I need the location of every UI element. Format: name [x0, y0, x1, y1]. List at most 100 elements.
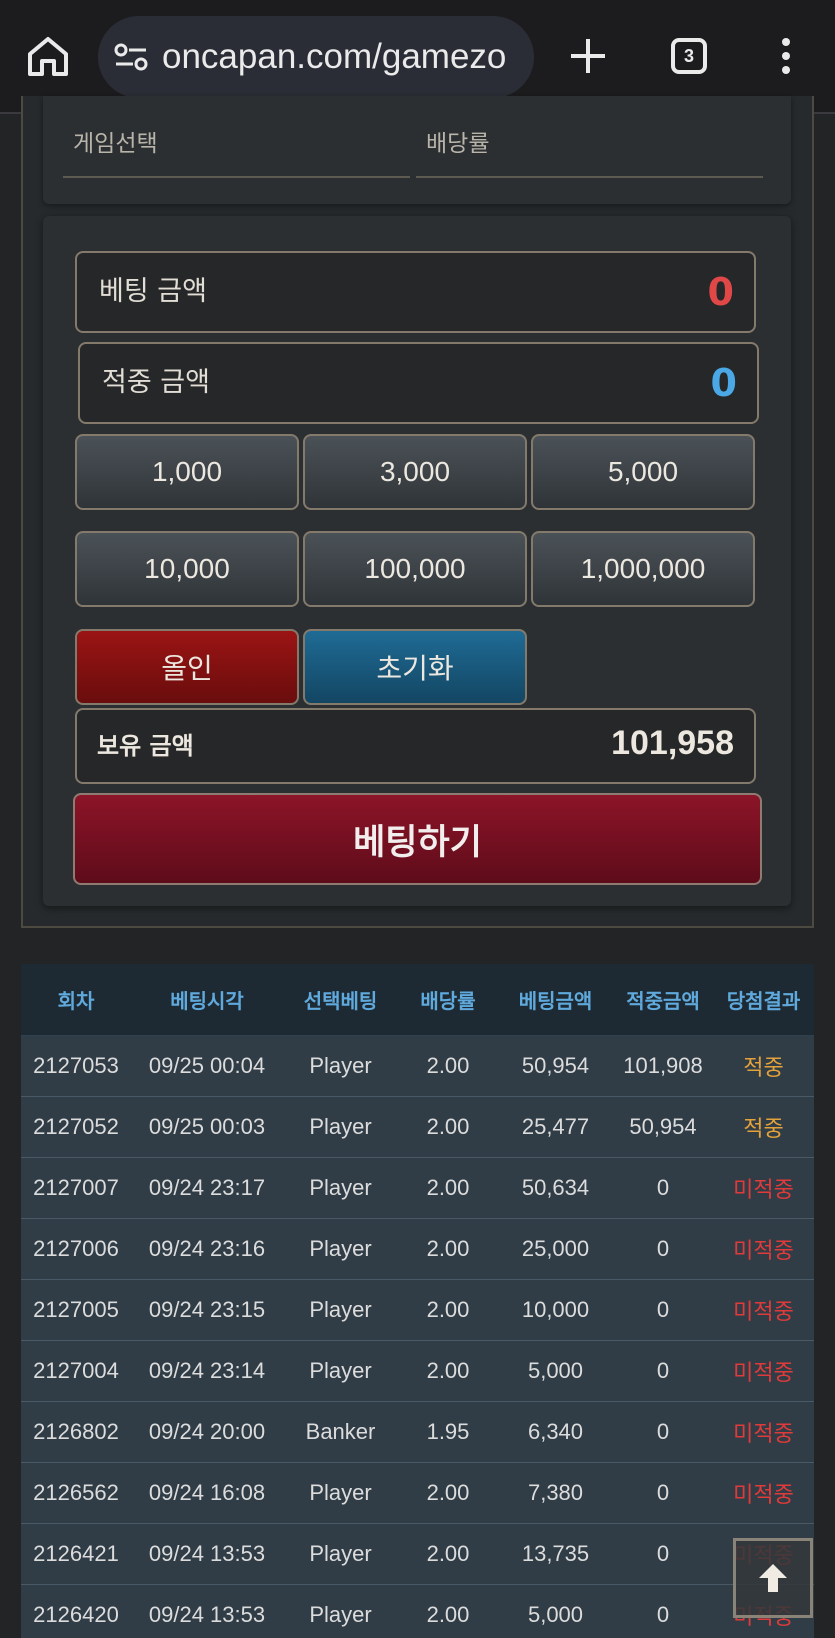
- bet-amount-box: 베팅 금액 0: [75, 251, 756, 333]
- cell-round: 2126562: [33, 1480, 119, 1505]
- cell-round: 2126802: [33, 1419, 119, 1444]
- place-bet-button[interactable]: 베팅하기: [73, 793, 762, 885]
- cell-win-amount: 50,954: [629, 1114, 697, 1139]
- cell-result: 미적중: [733, 1299, 794, 1324]
- win-amount-label: 적중 금액: [102, 367, 210, 398]
- cell-round: 2127004: [33, 1358, 119, 1383]
- cell-choice: Player: [309, 1053, 372, 1078]
- cell-choice: Player: [309, 1602, 372, 1627]
- cell-bet-amount: 7,380: [527, 1480, 584, 1505]
- cell-round: 2127052: [33, 1114, 119, 1139]
- chip-1000-button[interactable]: 1,000: [75, 434, 299, 510]
- cell-bet-amount: 6,340: [527, 1419, 584, 1444]
- cell-bet-amount: 50,954: [521, 1053, 590, 1078]
- cell-choice: Player: [309, 1541, 372, 1566]
- header-win-amount: 적중금액: [626, 989, 700, 1013]
- header-choice: 선택베팅: [303, 989, 378, 1013]
- table-row: 2127004 09/24 23:14 Player 2.00 5,000 0 미적중: [21, 1341, 814, 1402]
- table-row: 2127005 09/24 23:15 Player 2.00 10,000 0 미적중: [21, 1280, 814, 1341]
- cell-bet-time: 09/24 13:53: [148, 1541, 266, 1566]
- cell-bet-time: 09/24 23:17: [148, 1175, 266, 1200]
- cell-result: 미적중: [733, 1177, 794, 1202]
- game-select-field[interactable]: 게임선택: [63, 124, 410, 178]
- cell-bet-amount: 5,000: [527, 1358, 584, 1383]
- bet-history-table: 회차 베팅시각 선택베팅 배당률 베팅금액 적중금액 당첨결과 2127053 0…: [21, 964, 814, 1638]
- cell-choice: Player: [309, 1480, 372, 1505]
- cell-bet-time: 09/24 23:16: [148, 1236, 266, 1261]
- cell-bet-amount: 10,000: [521, 1297, 590, 1322]
- table-row: 212642109/24 13:53Player2.0013,7350미적중: [21, 1524, 814, 1585]
- cell-bet-amount: 13,735: [521, 1541, 590, 1566]
- game-select-label: 게임선택: [73, 131, 158, 157]
- cell-result: 미적중: [733, 1421, 794, 1446]
- tab-switcher-button[interactable]: 3: [671, 38, 707, 74]
- cell-odds: 2.00: [426, 1480, 470, 1505]
- reset-button[interactable]: 초기화: [303, 629, 527, 705]
- cell-choice: Player: [309, 1358, 372, 1383]
- cell-bet-time: 09/25 00:04: [148, 1053, 266, 1078]
- odds-label: 배당률: [426, 131, 490, 157]
- cell-win-amount: 0: [656, 1541, 670, 1566]
- chip-5000-button[interactable]: 5,000: [531, 434, 755, 510]
- cell-result: 적중: [743, 1055, 784, 1080]
- cell-bet-amount: 50,634: [521, 1175, 590, 1200]
- cell-round: 2126420: [33, 1602, 119, 1627]
- more-menu-icon[interactable]: [780, 38, 792, 76]
- site-settings-icon[interactable]: [114, 43, 148, 71]
- cell-odds: 2.00: [426, 1114, 470, 1139]
- cell-bet-time: 09/25 00:03: [148, 1114, 266, 1139]
- chip-3000-button[interactable]: 3,000: [303, 434, 527, 510]
- new-tab-icon[interactable]: [568, 36, 608, 76]
- table-row: 2127007 09/24 23:17 Player 2.00 50,634 0 미적중: [21, 1158, 814, 1219]
- url-text: oncapan.com/gamezo: [162, 37, 507, 76]
- cell-win-amount: 0: [656, 1236, 670, 1261]
- header-odds: 배당률: [420, 989, 476, 1013]
- cell-bet-time: 09/24 16:08: [148, 1480, 266, 1505]
- chip-100000-button[interactable]: 100,000: [303, 531, 527, 607]
- scroll-to-top-button[interactable]: [733, 1538, 813, 1618]
- arrow-up-icon: [759, 1564, 787, 1592]
- cell-round: 2126421: [33, 1541, 119, 1566]
- bet-amount-label: 베팅 금액: [99, 276, 207, 307]
- header-result: 당첨결과: [726, 989, 801, 1013]
- cell-win-amount: 0: [656, 1602, 670, 1627]
- cell-bet-amount: 5,000: [527, 1602, 584, 1627]
- cell-win-amount: 0: [656, 1480, 670, 1505]
- table-row: 2127053 09/25 00:04 Player 2.00 50,954 101,90…: [21, 1036, 814, 1097]
- odds-field[interactable]: 배당률: [416, 124, 763, 178]
- table-row: 2126562 09/24 16:08 Player 2.00 7,380 0 미적중: [21, 1463, 814, 1524]
- cell-odds: 2.00: [426, 1297, 470, 1322]
- cell-choice: Player: [309, 1114, 372, 1139]
- all-in-button[interactable]: 올인: [75, 629, 299, 705]
- cell-choice: Banker: [305, 1419, 376, 1444]
- cell-bet-time: 09/24 13:53: [148, 1602, 266, 1627]
- cell-odds: 2.00: [426, 1602, 470, 1627]
- cell-odds: 2.00: [426, 1358, 470, 1383]
- table-row: 2126802 09/24 20:00 Banker 1.95 6,340 0 미적중: [21, 1402, 814, 1463]
- home-icon[interactable]: [26, 34, 70, 78]
- cell-choice: Player: [309, 1236, 372, 1261]
- cell-round: 2127006: [33, 1236, 119, 1261]
- bet-amount-value: 0: [707, 270, 734, 314]
- address-bar[interactable]: oncapan.com/gamezo: [98, 16, 534, 98]
- cell-odds: 1.95: [426, 1419, 470, 1444]
- cell-win-amount: 0: [656, 1175, 670, 1200]
- cell-odds: 2.00: [426, 1541, 470, 1566]
- cell-bet-amount: 25,477: [521, 1114, 590, 1139]
- header-round: 회차: [57, 989, 95, 1013]
- cell-odds: 2.00: [426, 1236, 470, 1261]
- cell-bet-amount: 25,000: [521, 1236, 590, 1261]
- header-bet-amount: 베팅금액: [518, 989, 593, 1013]
- cell-bet-time: 09/24 23:14: [148, 1358, 266, 1383]
- balance-label: 보유 금액: [97, 732, 194, 760]
- cell-bet-time: 09/24 20:00: [148, 1419, 266, 1444]
- chip-1000000-button[interactable]: 1,000,000: [531, 531, 755, 607]
- chip-10000-button[interactable]: 10,000: [75, 531, 299, 607]
- win-amount-box: 적중 금액 0: [78, 342, 759, 424]
- cell-win-amount: 0: [656, 1297, 670, 1322]
- balance-value: 101,958: [611, 724, 734, 762]
- table-header: 회차 베팅시각 선택베팅 배당률 베팅금액 적중금액 당첨결과: [21, 964, 814, 1036]
- cell-odds: 2.00: [426, 1053, 470, 1078]
- cell-choice: Player: [309, 1297, 372, 1322]
- cell-result: 적중: [743, 1116, 784, 1141]
